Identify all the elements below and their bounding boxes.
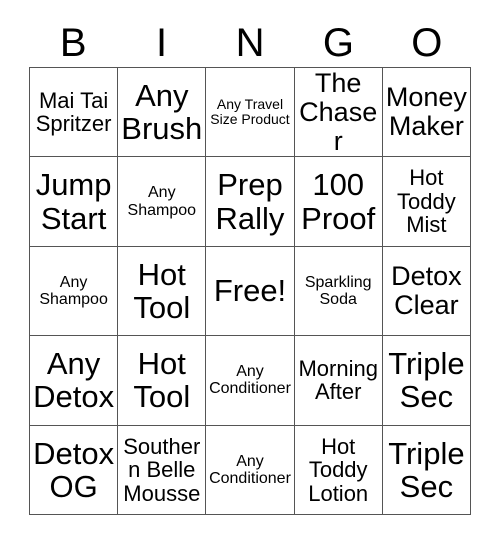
- bingo-cell-label: Any Travel Size Product: [210, 96, 290, 128]
- bingo-cell-label: Southern Belle Mousse: [123, 433, 201, 506]
- bingo-header-letter-g: G: [322, 20, 354, 65]
- bingo-cell[interactable]: 100 Proof: [294, 157, 383, 247]
- bingo-cell[interactable]: Any Conditioner: [206, 336, 295, 426]
- bingo-cell-label: Triple Sec: [388, 346, 465, 415]
- bingo-cell-label: Hot Toddy Lotion: [308, 433, 369, 506]
- bingo-cell-label: Any Detox: [33, 346, 115, 415]
- bingo-cell[interactable]: Money Maker: [382, 68, 471, 158]
- bingo-cell[interactable]: Hot Tool: [118, 336, 207, 426]
- bingo-cell-label: Any Brush: [121, 78, 203, 147]
- bingo-cell[interactable]: Hot Tool: [118, 246, 207, 337]
- bingo-cell[interactable]: Jump Start: [30, 157, 119, 247]
- bingo-cell-label: Money Maker: [385, 82, 467, 142]
- bingo-cell-label: Hot Tool: [133, 346, 191, 415]
- bingo-cell-label: Hot Toddy Mist: [397, 165, 456, 238]
- bingo-cell[interactable]: Triple Sec: [382, 425, 471, 515]
- bingo-cell[interactable]: Any Travel Size Product: [206, 68, 295, 158]
- bingo-cell[interactable]: Mai Tai Spritzer: [30, 68, 119, 158]
- bingo-cell[interactable]: Southern Belle Mousse: [118, 425, 207, 515]
- bingo-cell[interactable]: Any Detox: [30, 336, 119, 426]
- bingo-cell[interactable]: Detox OG: [30, 425, 119, 515]
- bingo-cell[interactable]: Hot Toddy Lotion: [294, 425, 383, 515]
- bingo-cell[interactable]: The Chaser: [294, 68, 383, 158]
- bingo-cell-label: Any Conditioner: [209, 452, 291, 487]
- bingo-card: B I N G O Mai Tai Spritzer Any Brush Any…: [0, 0, 500, 544]
- bingo-cell[interactable]: Any Brush: [118, 68, 207, 158]
- bingo-cell-label: Any Conditioner: [209, 363, 291, 398]
- bingo-free-space-label: Free!: [213, 273, 287, 309]
- bingo-cell-label: Detox Clear: [391, 261, 462, 320]
- bingo-cell-label: Morning After: [298, 355, 378, 405]
- bingo-cell-label: Mai Tai Spritzer: [35, 87, 112, 137]
- bingo-cell[interactable]: Prep Rally: [206, 157, 295, 247]
- bingo-header-letter-o: O: [411, 20, 443, 65]
- bingo-free-space[interactable]: Free!: [206, 246, 295, 337]
- bingo-cell-label: Any Shampoo: [127, 184, 197, 219]
- bingo-cell[interactable]: Detox Clear: [382, 246, 471, 337]
- bingo-cell[interactable]: Hot Toddy Mist: [382, 157, 471, 247]
- bingo-header-letter-b: B: [59, 20, 87, 65]
- bingo-cell-label: Detox OG: [33, 435, 115, 504]
- bingo-header-row: B I N G O: [29, 18, 471, 67]
- bingo-cell[interactable]: Any Shampoo: [118, 157, 207, 247]
- bingo-header-letter-i: I: [156, 20, 168, 65]
- bingo-cell-label: The Chaser: [299, 68, 378, 156]
- bingo-cell[interactable]: Triple Sec: [382, 336, 471, 426]
- bingo-cell-label: Prep Rally: [215, 167, 285, 236]
- bingo-cell[interactable]: Any Conditioner: [206, 425, 295, 515]
- bingo-grid: Mai Tai Spritzer Any Brush Any Travel Si…: [29, 67, 471, 515]
- bingo-cell-label: Any Shampoo: [39, 273, 108, 308]
- bingo-cell[interactable]: Sparkling Soda: [294, 246, 383, 337]
- bingo-cell-label: Hot Tool: [133, 256, 191, 325]
- bingo-cell-label: 100 Proof: [301, 167, 376, 236]
- bingo-header-letter-n: N: [235, 20, 265, 65]
- bingo-cell-label: Sparkling Soda: [304, 273, 372, 308]
- bingo-cell-label: Triple Sec: [388, 435, 465, 504]
- bingo-cell[interactable]: Morning After: [294, 336, 383, 426]
- bingo-cell[interactable]: Any Shampoo: [30, 246, 119, 337]
- bingo-cell-label: Jump Start: [35, 167, 112, 236]
